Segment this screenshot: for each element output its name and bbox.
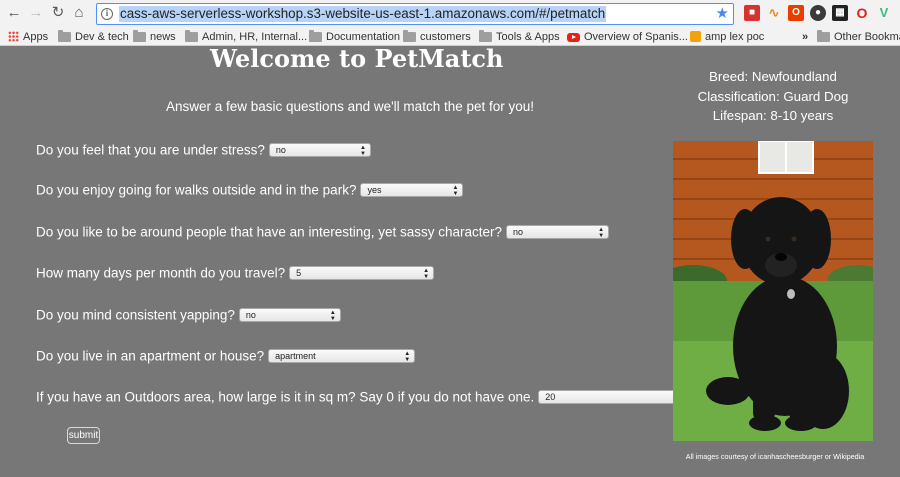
question-label: Do you mind consistent yapping?: [36, 307, 235, 323]
folder-icon: [185, 30, 198, 42]
sassy-select[interactable]: no ▲ ▼: [506, 225, 610, 240]
question-outdoors: If you have an Outdoors area, how large …: [36, 389, 707, 405]
pet-classification: Classification: Guard Dog: [697, 88, 849, 104]
select-arrows-icon: ▲▼: [598, 226, 605, 239]
address-bar[interactable]: i cass-aws-serverless-workshop.s3-websit…: [96, 3, 734, 25]
bookmark-apps[interactable]: Apps: [8, 30, 48, 44]
info-icon[interactable]: i: [101, 8, 113, 20]
question-housing: Do you live in an apartment or house? apa…: [36, 348, 416, 364]
folder-icon: [817, 30, 830, 42]
select-arrows-icon: ▲▼: [359, 144, 366, 157]
submit-button[interactable]: submit: [67, 427, 100, 444]
extension-circle-icon[interactable]: ●: [810, 5, 826, 21]
question-label: If you have an Outdoors area, how large …: [36, 389, 535, 405]
bookmark-amp[interactable]: amp lex poc: [690, 30, 764, 44]
folder-icon: [403, 30, 416, 42]
question-stress: Do you feel that you are under stress? no…: [36, 142, 371, 158]
question-label: Do you feel that you are under stress?: [36, 142, 265, 158]
rss-icon[interactable]: ∿: [766, 5, 782, 21]
amp-icon: [690, 31, 701, 42]
bookmark-folder-other[interactable]: Other Bookmar: [817, 30, 900, 44]
bookmark-folder-admin[interactable]: Admin, HR, Internal...: [185, 30, 307, 44]
select-arrows-icon: ▲▼: [404, 350, 411, 363]
folder-icon: [479, 30, 492, 42]
pet-lifespan: Lifespan: 8-10 years: [712, 108, 834, 123]
question-label: Do you like to be around people that hav…: [36, 224, 503, 240]
stress-select[interactable]: no ▲ ▼: [268, 143, 371, 158]
youtube-icon: [567, 33, 580, 42]
folder-icon: [309, 30, 322, 42]
page-subtitle: Answer a few basic questions and we'll m…: [165, 99, 535, 114]
reload-icon[interactable]: ↻: [49, 4, 67, 22]
pet-breed: Breed: Newfoundland: [709, 69, 837, 84]
walks-select[interactable]: yes ▲ ▼: [360, 183, 464, 198]
housing-select[interactable]: apartment ▲ ▼: [268, 349, 416, 364]
opera-icon[interactable]: O: [854, 5, 870, 21]
question-sassy: Do you like to be around people that hav…: [36, 224, 610, 240]
bookmark-youtube[interactable]: Overview of Spanis...: [567, 30, 688, 44]
question-travel: How many days per month do you travel? 5 ▲…: [36, 265, 435, 281]
page-title: Welcome to PetMatch: [210, 44, 504, 73]
bookmark-folder-news[interactable]: news: [133, 30, 176, 44]
question-label: How many days per month do you travel?: [36, 265, 286, 281]
bookmark-folder-tools[interactable]: Tools & Apps: [479, 30, 560, 44]
select-arrows-icon: ▲▼: [423, 267, 430, 280]
image-credit: All images courtesy of icanhascheesburge…: [685, 452, 865, 461]
pet-info: Breed: Newfoundland Classification: Guar…: [680, 67, 866, 126]
yapping-select[interactable]: no ▲ ▼: [238, 308, 341, 323]
back-arrow-icon[interactable]: ←: [5, 4, 23, 22]
bookmark-star-icon[interactable]: ★: [716, 5, 729, 23]
question-label: Do you enjoy going for walks outside and…: [36, 182, 357, 198]
folder-icon: [133, 30, 146, 42]
select-arrows-icon: ▲▼: [452, 184, 459, 197]
forward-arrow-icon[interactable]: →: [27, 4, 45, 22]
question-label: Do you live in an apartment or house?: [36, 348, 265, 364]
extension-dark-icon[interactable]: ▦: [832, 5, 848, 21]
browser-toolbar: ← → ↻ ⌂ i cass-aws-serverless-workshop.s…: [0, 0, 900, 28]
bookmark-folder-customers[interactable]: customers: [403, 30, 471, 44]
home-icon[interactable]: ⌂: [70, 4, 88, 22]
bookmark-folder-dev-tech[interactable]: Dev & tech: [58, 30, 129, 44]
question-walks: Do you enjoy going for walks outside and…: [36, 182, 464, 198]
bookmarks-overflow-button[interactable]: »: [802, 30, 808, 44]
extension-red-icon[interactable]: ■: [744, 5, 760, 21]
select-arrows-icon: ▲▼: [329, 309, 336, 322]
bookmark-folder-documentation[interactable]: Documentation: [309, 30, 400, 44]
url-text[interactable]: cass-aws-serverless-workshop.s3-website-…: [119, 6, 607, 22]
question-yapping: Do you mind consistent yapping? no ▲ ▼: [36, 307, 341, 323]
travel-select[interactable]: 5 ▲ ▼: [289, 266, 435, 281]
pet-photo: [673, 141, 873, 441]
vue-devtools-icon[interactable]: V: [876, 5, 892, 21]
folder-icon: [58, 30, 71, 42]
office-icon[interactable]: O: [788, 5, 804, 21]
apps-grid-icon: [8, 31, 19, 42]
